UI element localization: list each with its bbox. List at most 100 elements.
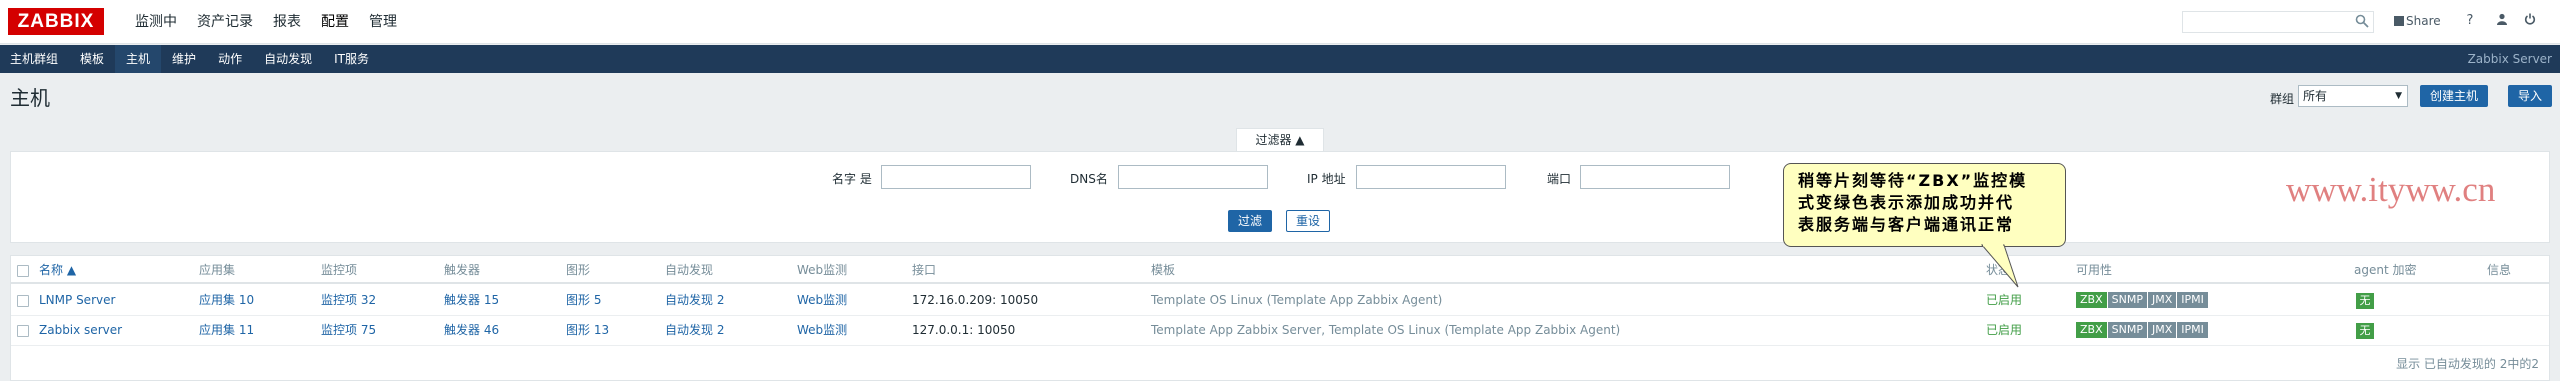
create-host-button[interactable]: 创建主机 [2420,85,2489,107]
availability-badges: ZBX SNMP JMX IPMI [2076,292,2209,308]
web-link[interactable]: Web监测 [797,286,847,314]
encryption-badge: 无 [2356,323,2374,339]
host-name-link[interactable]: LNMP Server [39,286,115,314]
submenu-templates[interactable]: 模板 [69,45,115,73]
select-all-checkbox[interactable] [17,265,29,277]
applications-link[interactable]: 应用集 11 [199,316,254,344]
graphs-link[interactable]: 图形 5 [566,286,601,314]
filter-reset-button[interactable]: 重设 [1286,210,1331,232]
menu-monitoring[interactable]: 监测中 [125,0,187,44]
search-input[interactable] [2182,11,2374,33]
table-footer-count: 显示 已自动发现的 2中的2 [2396,357,2539,371]
submenu-discovery[interactable]: 自动发现 [253,45,323,73]
filter-ip-label: IP 地址 [1307,172,1346,186]
callout-line: 稍等片刻等待“ZBX”监控模 [1798,171,2028,190]
hosts-table: 名称 ▲ 应用集 监控项 触发器 图形 自动发现 Web监测 接口 模板 状态 … [10,255,2550,381]
items-link[interactable]: 监控项 75 [321,316,376,344]
templates-link[interactable]: Template OS Linux (Template App Zabbix A… [1151,286,1442,314]
row-checkbox[interactable] [17,325,29,337]
header-applications: 应用集 [199,263,236,277]
page-title: 主机 [10,86,50,110]
header-availability: 可用性 [2076,263,2113,277]
snmp-badge: SNMP [2107,292,2147,308]
host-name-link[interactable]: Zabbix server [39,316,122,344]
help-icon[interactable]: ? [2462,13,2478,29]
table-row: Zabbix server 应用集 11 监控项 75 触发器 46 图形 13… [11,316,2549,346]
zbx-badge: ZBX [2076,322,2107,338]
status-link[interactable]: 已启用 [1986,316,2022,344]
table-header: 名称 ▲ 应用集 监控项 触发器 图形 自动发现 Web监测 接口 模板 状态 … [11,256,2549,284]
status-link[interactable]: 已启用 [1986,286,2022,314]
group-label: 群组 [2270,92,2295,106]
templates-link[interactable]: Template App Zabbix Server, Template OS … [1151,316,1620,344]
annotation-callout: 稍等片刻等待“ZBX”监控模 式变绿色表示添加成功并代 表服务端与客户端通讯正常 [1783,163,2066,247]
web-link[interactable]: Web监测 [797,316,847,344]
server-name: Zabbix Server [2467,52,2552,66]
discovery-link[interactable]: 自动发现 2 [665,286,724,314]
filter-port-input[interactable] [1580,165,1730,189]
callout-pointer [1980,244,2019,288]
interface-value: 127.0.0.1: 10050 [912,323,1016,337]
share-label: Share [2406,14,2441,28]
zbx-badge: ZBX [2076,292,2107,308]
menu-configuration[interactable]: 配置 [311,0,359,44]
table-row: LNMP Server 应用集 10 监控项 32 触发器 15 图形 5 自动… [11,286,2549,316]
snmp-badge: SNMP [2107,322,2147,338]
header-web: Web监测 [797,263,848,277]
submenu-maintenance[interactable]: 维护 [161,45,207,73]
chevron-down-icon: ▼ [2395,91,2402,101]
group-select[interactable]: 所有 ▼ [2298,85,2408,107]
top-bar: ZABBIX 监测中 资产记录 报表 配置 管理 Share ? [0,0,2560,44]
header-triggers: 触发器 [444,263,481,277]
triggers-link[interactable]: 触发器 46 [444,316,499,344]
share-icon [2394,16,2404,26]
row-checkbox[interactable] [17,295,29,307]
filter-apply-button[interactable]: 过滤 [1228,210,1273,232]
applications-link[interactable]: 应用集 10 [199,286,254,314]
filter-ip-input[interactable] [1356,165,1506,189]
callout-line: 式变绿色表示添加成功并代 [1798,193,2015,212]
submenu-it-services[interactable]: IT服务 [323,45,380,73]
header-items: 监控项 [321,263,358,277]
share-link[interactable]: Share [2394,14,2441,28]
filter-tab[interactable]: 过滤器 ▲ [1236,128,1324,152]
filter-dns-input[interactable] [1118,165,1268,189]
submenu-host-groups[interactable]: 主机群组 [0,45,69,73]
encryption-badge: 无 [2356,293,2374,309]
items-link[interactable]: 监控项 32 [321,286,376,314]
filter-panel: 名字 是 DNS名 IP 地址 端口 过滤 重设 [10,151,2550,243]
header-graphs: 图形 [566,263,591,277]
jmx-badge: JMX [2147,322,2177,338]
zabbix-logo[interactable]: ZABBIX [8,8,104,35]
sign-out-icon[interactable] [2522,13,2538,29]
search-icon[interactable] [2355,14,2369,28]
sub-navigation: 主机群组 模板 主机 维护 动作 自动发现 IT服务 Zabbix Server [0,45,2560,73]
availability-badges: ZBX SNMP JMX IPMI [2076,322,2209,338]
ipmi-badge: IPMI [2177,322,2208,338]
submenu-actions[interactable]: 动作 [207,45,253,73]
discovery-link[interactable]: 自动发现 2 [665,316,724,344]
filter-name-label: 名字 是 [832,172,872,186]
header-agent-encryption: agent 加密 [2354,263,2417,277]
jmx-badge: JMX [2147,292,2177,308]
submenu: 主机群组 模板 主机 维护 动作 自动发现 IT服务 [0,45,380,73]
graphs-link[interactable]: 图形 13 [566,316,609,344]
header-discovery: 自动发现 [665,263,714,277]
filter-port-label: 端口 [1547,172,1572,186]
filter-name-input[interactable] [881,165,1031,189]
callout-line: 表服务端与客户端通讯正常 [1798,215,2015,234]
group-select-value: 所有 [2303,89,2328,103]
filter-dns-label: DNS名 [1070,172,1108,186]
import-button[interactable]: 导入 [2508,85,2553,107]
interface-value: 172.16.0.209: 10050 [912,293,1039,307]
submenu-hosts[interactable]: 主机 [115,45,162,73]
watermark: www.ityww.cn [2286,170,2496,209]
main-menu: 监测中 资产记录 报表 配置 管理 [125,0,407,44]
triggers-link[interactable]: 触发器 15 [444,286,499,314]
header-interface: 接口 [912,263,937,277]
menu-inventory[interactable]: 资产记录 [187,0,263,44]
menu-reports[interactable]: 报表 [263,0,311,44]
user-profile-icon[interactable] [2494,13,2510,29]
menu-administration[interactable]: 管理 [359,0,407,44]
header-name[interactable]: 名称 ▲ [39,256,76,284]
